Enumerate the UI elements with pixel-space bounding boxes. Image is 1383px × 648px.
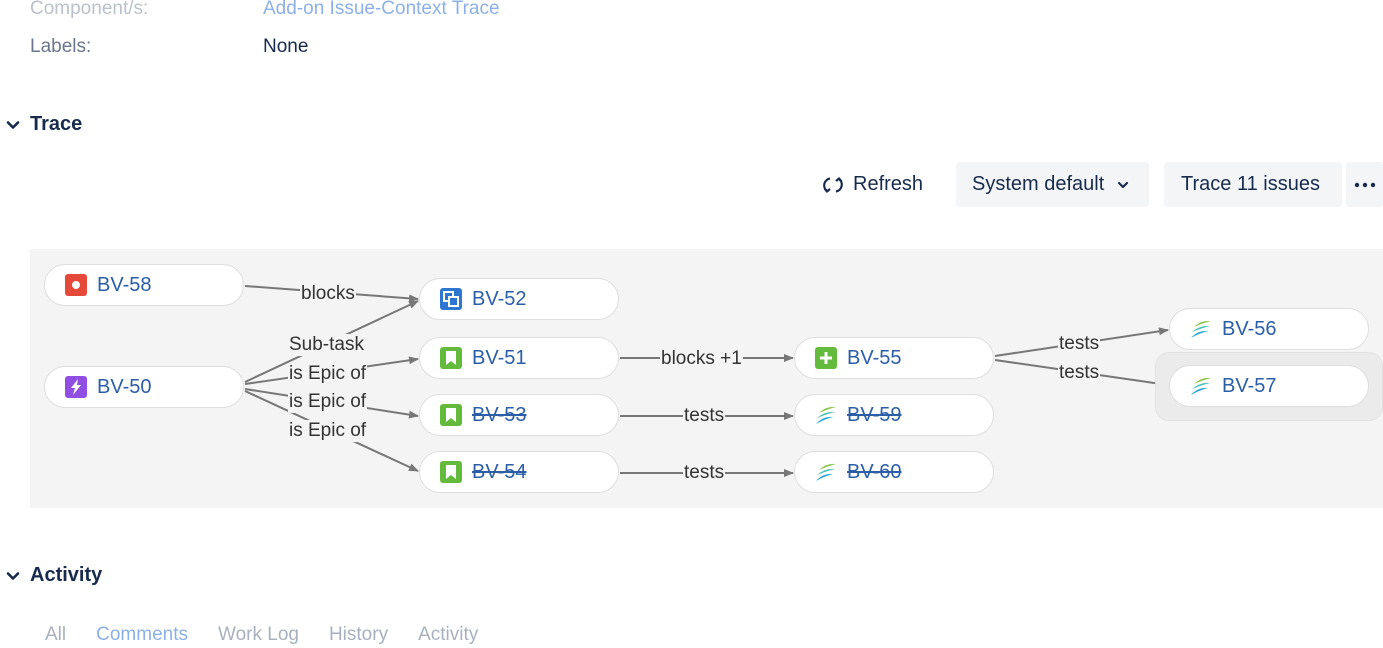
refresh-icon xyxy=(823,176,843,193)
layout-select[interactable]: System default xyxy=(956,162,1149,207)
issue-node-bv-58[interactable]: BV-58 xyxy=(44,264,244,306)
tab-history[interactable]: History xyxy=(329,624,388,646)
activity-section-toggle[interactable]: Activity xyxy=(4,564,102,587)
edge-label: is Epic of xyxy=(288,363,368,385)
tab-all[interactable]: All xyxy=(45,624,66,646)
tab-comments[interactable]: Comments xyxy=(96,624,188,646)
issue-node-bv-53[interactable]: BV-53 xyxy=(419,394,619,436)
edge-label: blocks +1 xyxy=(660,348,743,370)
ellipsis-icon xyxy=(1354,182,1375,187)
tab-work-log[interactable]: Work Log xyxy=(218,624,299,646)
refresh-label: Refresh xyxy=(853,173,924,195)
issue-key: BV-54 xyxy=(472,460,527,483)
chevron-down-icon xyxy=(1118,181,1129,188)
issue-key: BV-51 xyxy=(472,346,527,369)
story-icon xyxy=(440,461,462,483)
component-link[interactable]: Add-on Issue-Context Trace xyxy=(263,0,500,20)
component-label: Component/s: xyxy=(30,0,149,19)
edge-label: is Epic of xyxy=(288,391,368,413)
refresh-button[interactable]: Refresh xyxy=(822,162,923,207)
issue-key: BV-55 xyxy=(847,346,902,369)
trace-toolbar: Refresh System default Trace 11 issues xyxy=(0,162,1383,208)
tab-activity[interactable]: Activity xyxy=(418,624,478,646)
story-icon xyxy=(440,347,462,369)
edge-label: tests xyxy=(1058,333,1101,355)
issue-node-bv-59[interactable]: BV-59 xyxy=(794,394,994,436)
layout-select-value: System default xyxy=(972,173,1105,195)
bug-icon xyxy=(65,274,87,296)
subtask-icon xyxy=(440,288,462,310)
trace-issues-label: Trace 11 issues xyxy=(1181,173,1320,195)
edge-label: tests xyxy=(1058,362,1101,384)
issue-node-bv-60[interactable]: BV-60 xyxy=(794,451,994,493)
issue-node-bv-52[interactable]: BV-52 xyxy=(419,278,619,320)
trace-section-title: Trace xyxy=(30,113,83,135)
issue-key: BV-59 xyxy=(847,403,902,426)
new-feature-icon xyxy=(815,347,837,369)
activity-section-title: Activity xyxy=(30,564,103,586)
edge-label: blocks xyxy=(300,283,356,305)
labels-value: None xyxy=(263,36,309,57)
test-icon xyxy=(1191,377,1211,395)
issue-key: BV-53 xyxy=(472,403,527,426)
trace-section-toggle[interactable]: Trace xyxy=(4,113,82,136)
trace-issues-button[interactable]: Trace 11 issues xyxy=(1164,162,1342,207)
chevron-down-icon xyxy=(6,571,20,580)
issue-key: BV-50 xyxy=(97,375,152,398)
labels-label: Labels: xyxy=(30,36,92,57)
issue-key: BV-58 xyxy=(97,273,152,296)
epic-icon xyxy=(65,376,87,398)
issue-node-bv-51[interactable]: BV-51 xyxy=(419,337,619,379)
issue-key: BV-57 xyxy=(1222,374,1277,397)
issue-node-bv-55[interactable]: BV-55 xyxy=(794,337,994,379)
issue-key: BV-56 xyxy=(1222,317,1277,340)
edge-label: tests xyxy=(683,462,726,484)
issue-node-bv-54[interactable]: BV-54 xyxy=(419,451,619,493)
issue-key: BV-52 xyxy=(472,287,527,310)
activity-tabs: All Comments Work Log History Activity xyxy=(45,624,478,646)
more-actions-button[interactable] xyxy=(1346,162,1383,207)
edge-label: Sub-task xyxy=(288,334,365,356)
issue-key: BV-60 xyxy=(847,460,902,483)
test-icon xyxy=(816,406,836,424)
issue-node-bv-50[interactable]: BV-50 xyxy=(44,366,244,408)
chevron-down-icon xyxy=(6,120,20,129)
edge-label: is Epic of xyxy=(288,420,368,442)
issue-node-bv-57[interactable]: BV-57 xyxy=(1169,365,1369,407)
story-icon xyxy=(440,404,462,426)
issue-node-bv-56[interactable]: BV-56 xyxy=(1169,308,1369,350)
edge-label: tests xyxy=(683,405,726,427)
trace-graph: blocks Sub-task is Epic of is Epic of is… xyxy=(30,249,1383,508)
test-icon xyxy=(816,463,836,481)
test-icon xyxy=(1191,320,1211,338)
